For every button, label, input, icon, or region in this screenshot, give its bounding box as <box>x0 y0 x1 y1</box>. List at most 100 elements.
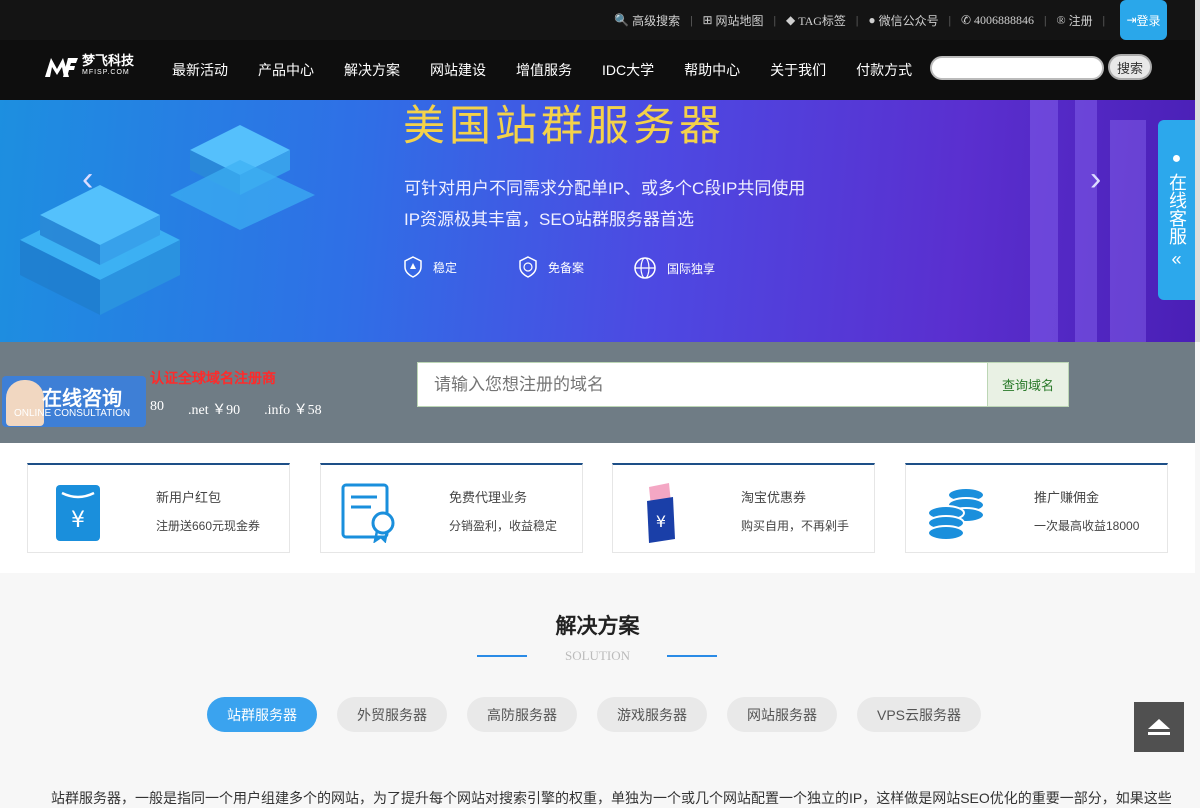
side-chat-button[interactable]: ● 在线客服 « <box>1158 120 1195 300</box>
separator: | <box>948 12 951 27</box>
card-title: 推广赚佣金 <box>1034 490 1100 505</box>
shield-icon <box>404 256 422 278</box>
tab-cluster-server[interactable]: 站群服务器 <box>207 697 317 732</box>
wechat-link[interactable]: ● 微信公众号 <box>868 12 938 29</box>
card-desc: 分销盈利，收益稳定 <box>449 519 558 533</box>
logo-mark-icon <box>45 58 78 77</box>
sitemap-icon: ⊞ <box>702 12 713 27</box>
online-consult-button[interactable]: 在线咨询 ONLINE CONSULTATION <box>2 376 146 427</box>
svg-text:¥: ¥ <box>656 512 666 531</box>
red-packet-icon: ¥ <box>56 485 100 541</box>
price-net: .net ￥90 <box>188 403 241 418</box>
nav-item-solutions[interactable]: 解决方案 <box>329 60 415 80</box>
banner-title: 美国站群服务器 <box>403 101 726 150</box>
main-nav: 梦飞科技 MFISP.COM 最新活动 产品中心 解决方案 网站建设 增值服务 I… <box>0 40 1195 100</box>
card-coupon[interactable]: ¥ 淘宝优惠券 购买自用，不再剁手 <box>612 463 875 553</box>
tab-foreign-trade-server[interactable]: 外贸服务器 <box>337 697 447 732</box>
feature-stable: 稳定 <box>403 256 457 278</box>
register-icon: ® <box>1056 12 1066 27</box>
separator: | <box>1044 12 1047 27</box>
phone-icon: ✆ <box>960 12 972 27</box>
nav-item-value-added[interactable]: 增值服务 <box>501 60 587 80</box>
logo-text: 梦飞科技 <box>82 53 135 68</box>
tab-game-server[interactable]: 游戏服务器 <box>597 697 707 732</box>
svg-text:¥: ¥ <box>71 508 85 533</box>
domain-input[interactable] <box>417 362 989 407</box>
arrow-up-icon <box>1148 719 1170 735</box>
double-chevron-left-icon: « <box>1171 249 1182 269</box>
title-divider <box>667 655 717 657</box>
carousel-prev-icon[interactable]: ‹ <box>82 160 93 199</box>
card-desc: 一次最高收益18000 <box>1034 519 1140 533</box>
separator: | <box>855 12 859 27</box>
banner-line-1: 可针对用户不同需求分配单IP、或多个C段IP共同使用 <box>404 179 806 198</box>
top-links: 🔍 高级搜索 | ⊞ 网站地图 | ◆ TAG标签 | ● 微信公众号 | ✆ 40068… <box>614 0 1115 40</box>
hero-banner: 美国站群服务器 可针对用户不同需求分配单IP、或多个C段IP共同使用 IP资源极… <box>0 100 1195 342</box>
separator: | <box>690 12 693 27</box>
separator: | <box>773 12 776 27</box>
card-title: 免费代理业务 <box>449 490 528 505</box>
domain-prices: 80 .net ￥90 .info ￥58 <box>150 399 322 419</box>
card-desc: 注册送660元现金券 <box>156 519 261 533</box>
nav-item-activities[interactable]: 最新活动 <box>157 60 243 80</box>
nav-item-help[interactable]: 帮助中心 <box>669 60 755 80</box>
carousel-next-icon[interactable]: › <box>1090 160 1101 199</box>
nav-item-web-building[interactable]: 网站建设 <box>415 60 501 80</box>
globe-icon <box>634 257 656 279</box>
avatar <box>6 380 44 426</box>
login-button[interactable]: ⇥ 登录 <box>1120 0 1167 40</box>
back-to-top-button[interactable] <box>1134 702 1184 752</box>
price-info: .info ￥58 <box>264 403 322 418</box>
card-red-packet[interactable]: ¥ 新用户红包 注册送660元现金券 <box>27 463 290 553</box>
solution-tabs: 站群服务器 外贸服务器 高防服务器 游戏服务器 网站服务器 VPS云服务器 <box>207 697 982 732</box>
tab-vps-server[interactable]: VPS云服务器 <box>857 697 982 732</box>
logo-subtext: MFISP.COM <box>82 69 130 76</box>
nav-item-idc-university[interactable]: IDC大学 <box>587 60 669 80</box>
logo[interactable]: 梦飞科技 MFISP.COM <box>44 53 135 79</box>
coins-icon <box>927 487 985 541</box>
card-commission[interactable]: 推广赚佣金 一次最高收益18000 <box>905 463 1168 553</box>
tab-website-server[interactable]: 网站服务器 <box>727 697 837 732</box>
shield-check-icon <box>519 256 537 278</box>
banner-line-2: IP资源极其丰富，SEO站群服务器首选 <box>404 210 694 229</box>
feature-no-record: 免备案 <box>518 256 584 278</box>
nav-item-payment[interactable]: 付款方式 <box>841 60 927 80</box>
nav-item-about[interactable]: 关于我们 <box>755 60 841 80</box>
side-chat-label: 在线客服 <box>1167 173 1187 245</box>
certificate-icon <box>341 483 395 543</box>
separator: | <box>1102 12 1105 27</box>
coupon-icon: ¥ <box>647 483 675 543</box>
query-domain-button[interactable]: 查询域名 <box>987 362 1069 407</box>
top-bar: 🔍 高级搜索 | ⊞ 网站地图 | ◆ TAG标签 | ● 微信公众号 | ✆ 40068… <box>0 0 1195 40</box>
tab-ddos-server[interactable]: 高防服务器 <box>467 697 577 732</box>
consult-subtitle: ONLINE CONSULTATION <box>14 408 131 419</box>
sitemap-link[interactable]: ⊞ 网站地图 <box>702 12 763 29</box>
price-com: 80 <box>150 399 164 414</box>
section-subtitle: SOLUTION <box>565 648 630 663</box>
wechat-icon: ● <box>868 12 876 27</box>
domain-search-section: 认证全球域名注册商 80 .net ￥90 .info ￥58 查询域名 <box>0 342 1195 443</box>
solution-description: 站群服务器，一般是指同一个用户组建多个的网站，为了提升每个网站对搜索引擎的权重，… <box>51 790 1171 806</box>
scrollbar[interactable] <box>1195 0 1200 342</box>
card-agent[interactable]: 免费代理业务 分销盈利，收益稳定 <box>320 463 583 553</box>
register-link[interactable]: ® 注册 <box>1056 12 1092 29</box>
advanced-search-link[interactable]: 🔍 高级搜索 <box>614 12 680 29</box>
headset-icon: ● <box>1171 150 1182 167</box>
tag-icon: ◆ <box>785 12 796 27</box>
card-title: 淘宝优惠券 <box>741 490 807 505</box>
feature-international: 国际独享 <box>633 256 715 280</box>
domain-hint: 认证全球域名注册商 <box>150 370 276 386</box>
consult-title: 在线咨询 <box>42 388 122 410</box>
nav-search-input[interactable] <box>930 56 1104 80</box>
phone-link[interactable]: ✆ 4006888846 <box>961 13 1034 28</box>
card-title: 新用户红包 <box>156 490 222 505</box>
nav-item-products[interactable]: 产品中心 <box>243 60 329 80</box>
section-title: 解决方案 <box>555 615 640 638</box>
login-icon: ⇥ <box>1126 13 1137 27</box>
nav-search-button[interactable]: 搜索 <box>1108 54 1152 80</box>
search-icon: 🔍 <box>614 12 630 27</box>
nav-menu: 最新活动 产品中心 解决方案 网站建设 增值服务 IDC大学 帮助中心 关于我们… <box>157 40 927 100</box>
promo-cards: ¥ 新用户红包 注册送660元现金券 免费代理业务 分销盈利，收益稳定 ¥ 淘宝… <box>0 443 1195 573</box>
tag-link[interactable]: ◆ TAG标签 <box>786 12 846 29</box>
card-desc: 购买自用，不再剁手 <box>741 519 850 533</box>
